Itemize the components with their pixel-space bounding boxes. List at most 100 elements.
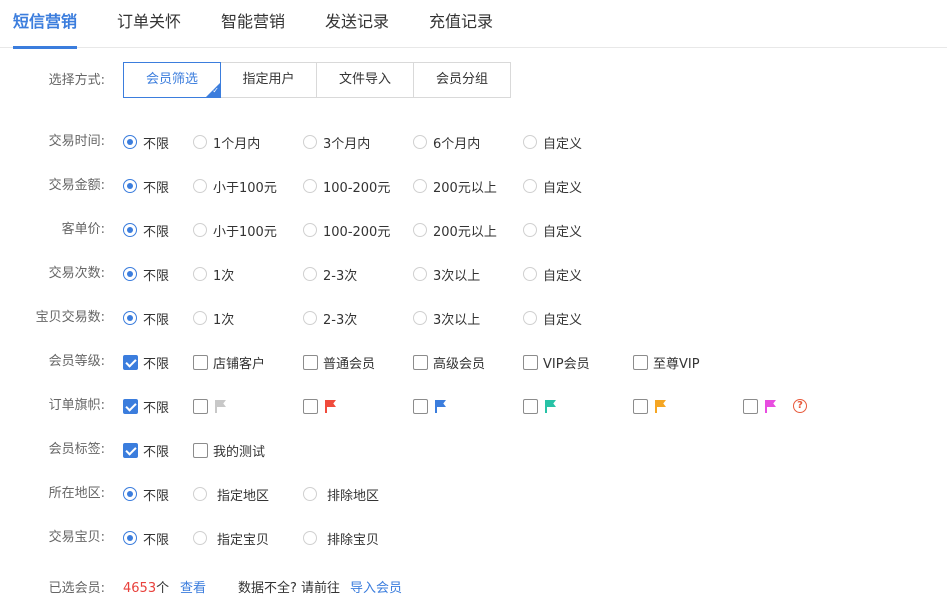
unit-price-option-any[interactable]: 不限 (123, 218, 169, 242)
order-flag-option-blue[interactable] (413, 394, 447, 418)
radio[interactable] (193, 487, 207, 501)
trade-amount-option-over-200[interactable]: 200元以上 (413, 174, 497, 198)
radio[interactable] (413, 311, 427, 325)
checkbox[interactable] (193, 398, 208, 414)
trade-amount-option-100-200[interactable]: 100-200元 (303, 174, 390, 198)
item-trade-count-option-1[interactable]: 1次 (193, 306, 234, 330)
order-flag-option-gray[interactable] (193, 394, 227, 418)
radio[interactable] (303, 487, 317, 501)
item-trade-count-option-over-3[interactable]: 3次以上 (413, 306, 480, 330)
order-flag-option-yellow[interactable] (633, 394, 667, 418)
radio[interactable] (523, 311, 537, 325)
radio[interactable] (193, 531, 207, 545)
radio[interactable] (523, 179, 537, 193)
member-level-option-advanced[interactable]: 高级会员 (413, 350, 485, 374)
checkbox[interactable] (303, 398, 318, 414)
method-member-group-button[interactable]: 会员分组 (414, 62, 511, 98)
member-level-option-any[interactable]: 不限 (123, 350, 169, 374)
unit-price-option-under-100[interactable]: 小于100元 (193, 218, 277, 242)
trade-time-option-any[interactable]: 不限 (123, 130, 169, 154)
radio[interactable] (303, 267, 317, 281)
checkbox[interactable] (413, 398, 428, 414)
checkbox[interactable] (633, 354, 648, 370)
item-trade-count-option-any[interactable]: 不限 (123, 306, 169, 330)
method-member-filter-button[interactable]: 会员筛选 ✓ (123, 62, 221, 98)
radio-checked[interactable] (123, 179, 137, 193)
radio[interactable] (193, 135, 207, 149)
radio-checked[interactable] (123, 531, 137, 545)
checkbox[interactable] (193, 442, 208, 458)
checkbox[interactable] (633, 398, 648, 414)
method-specified-users-button[interactable]: 指定用户 (221, 62, 317, 98)
order-flag-option-red[interactable] (303, 394, 337, 418)
region-option-specified[interactable]: 指定地区 (193, 482, 269, 506)
member-level-option-normal[interactable]: 普通会员 (303, 350, 375, 374)
radio[interactable] (303, 531, 317, 545)
checkbox[interactable] (523, 354, 538, 370)
radio[interactable] (523, 135, 537, 149)
trade-time-option-3m[interactable]: 3个月内 (303, 130, 370, 154)
trade-time-option-6m[interactable]: 6个月内 (413, 130, 480, 154)
checkbox-checked[interactable] (123, 354, 138, 370)
checkbox[interactable] (413, 354, 428, 370)
checkbox-checked[interactable] (123, 398, 138, 414)
help-icon[interactable]: ? (793, 399, 807, 413)
member-tag-option-any[interactable]: 不限 (123, 438, 169, 462)
trade-item-option-any[interactable]: 不限 (123, 526, 169, 550)
trade-item-option-specified[interactable]: 指定宝贝 (193, 526, 269, 550)
member-tag-option-my-test[interactable]: 我的测试 (193, 438, 265, 462)
trade-count-option-any[interactable]: 不限 (123, 262, 169, 286)
radio-checked[interactable] (123, 135, 137, 149)
radio[interactable] (303, 311, 317, 325)
tab-order-care[interactable]: 订单关怀 (117, 0, 181, 48)
tab-sms-marketing[interactable]: 短信营销 (13, 0, 78, 49)
radio-checked[interactable] (123, 487, 137, 501)
radio[interactable] (413, 179, 427, 193)
unit-price-option-custom[interactable]: 自定义 (523, 218, 582, 242)
radio[interactable] (193, 267, 207, 281)
trade-amount-option-any[interactable]: 不限 (123, 174, 169, 198)
trade-count-option-over-3[interactable]: 3次以上 (413, 262, 480, 286)
trade-amount-option-custom[interactable]: 自定义 (523, 174, 582, 198)
import-members-link[interactable]: 导入会员 (350, 577, 402, 601)
radio[interactable] (413, 223, 427, 237)
checkbox-checked[interactable] (123, 442, 138, 458)
radio-checked[interactable] (123, 223, 137, 237)
trade-time-option-1m[interactable]: 1个月内 (193, 130, 260, 154)
member-level-option-store-customer[interactable]: 店铺客户 (193, 350, 265, 374)
radio-checked[interactable] (123, 311, 137, 325)
member-level-option-vip[interactable]: VIP会员 (523, 350, 590, 374)
trade-count-option-1[interactable]: 1次 (193, 262, 234, 286)
region-option-exclude[interactable]: 排除地区 (303, 482, 379, 506)
checkbox[interactable] (193, 354, 208, 370)
tab-smart-marketing[interactable]: 智能营销 (221, 0, 285, 48)
method-file-import-button[interactable]: 文件导入 (317, 62, 414, 98)
region-option-any[interactable]: 不限 (123, 482, 169, 506)
trade-item-option-exclude[interactable]: 排除宝贝 (303, 526, 379, 550)
member-level-option-supreme-vip[interactable]: 至尊VIP (633, 350, 700, 374)
radio[interactable] (303, 223, 317, 237)
item-trade-count-option-2-3[interactable]: 2-3次 (303, 306, 357, 330)
checkbox[interactable] (523, 398, 538, 414)
tab-recharge-records[interactable]: 充值记录 (429, 0, 493, 48)
radio[interactable] (523, 267, 537, 281)
radio[interactable] (303, 179, 317, 193)
radio[interactable] (193, 179, 207, 193)
trade-count-option-custom[interactable]: 自定义 (523, 262, 582, 286)
trade-count-option-2-3[interactable]: 2-3次 (303, 262, 357, 286)
radio[interactable] (303, 135, 317, 149)
radio[interactable] (523, 223, 537, 237)
trade-amount-option-under-100[interactable]: 小于100元 (193, 174, 277, 198)
order-flag-option-any[interactable]: 不限 (123, 394, 169, 418)
radio-checked[interactable] (123, 267, 137, 281)
order-flag-option-green[interactable] (523, 394, 557, 418)
radio[interactable] (193, 223, 207, 237)
radio[interactable] (193, 311, 207, 325)
radio[interactable] (413, 135, 427, 149)
radio[interactable] (413, 267, 427, 281)
unit-price-option-100-200[interactable]: 100-200元 (303, 218, 390, 242)
order-flag-option-purple[interactable] (743, 394, 777, 418)
tab-send-records[interactable]: 发送记录 (325, 0, 389, 48)
item-trade-count-option-custom[interactable]: 自定义 (523, 306, 582, 330)
unit-price-option-over-200[interactable]: 200元以上 (413, 218, 497, 242)
